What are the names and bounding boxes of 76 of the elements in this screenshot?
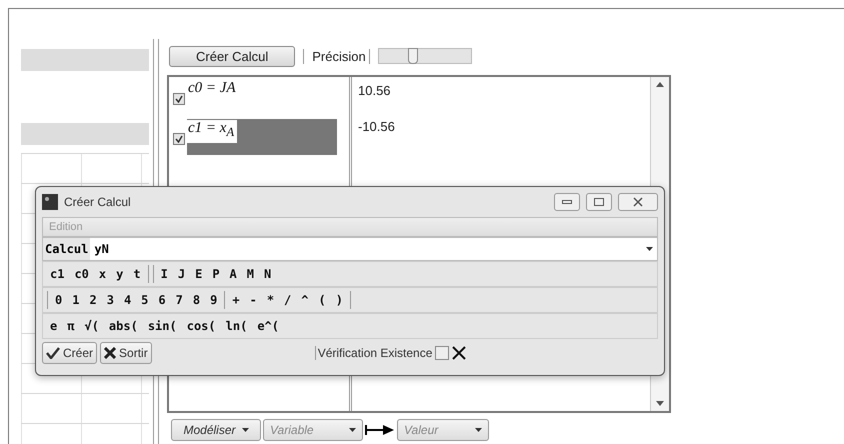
existence-check-label: Vérification Existence — [314, 346, 432, 360]
token-button[interactable]: c1 — [47, 267, 68, 281]
app-icon — [42, 194, 58, 210]
close-button[interactable] — [618, 193, 658, 211]
minimize-icon — [562, 200, 572, 204]
close-icon — [633, 197, 643, 207]
token-button[interactable]: abs( — [106, 319, 141, 333]
formula: c0 = JA — [187, 80, 237, 98]
checkbox[interactable] — [173, 93, 185, 105]
token-button[interactable]: t — [130, 267, 144, 281]
token-button[interactable]: 3 — [104, 293, 117, 307]
token-button[interactable]: E — [192, 267, 206, 281]
token-button[interactable]: 0 — [52, 293, 66, 307]
token-button[interactable]: 8 — [190, 293, 204, 307]
formula-row[interactable]: c1 = x$_{A}$ — [187, 119, 337, 155]
maps-to-arrow-icon — [365, 423, 395, 437]
token-button[interactable]: c0 — [71, 267, 92, 281]
token-button[interactable]: x — [96, 267, 110, 281]
token-button[interactable]: J — [174, 267, 188, 281]
token-button[interactable]: - — [246, 293, 260, 307]
token-button[interactable]: π — [64, 319, 78, 333]
caret-icon — [475, 428, 482, 432]
token-button[interactable]: * — [264, 293, 278, 307]
token-button[interactable]: cos( — [184, 319, 219, 333]
caret-icon — [646, 247, 653, 251]
token-button[interactable]: ln( — [222, 319, 250, 333]
cross-icon — [452, 346, 466, 360]
token-button[interactable]: √( — [81, 319, 102, 333]
token-button[interactable]: 4 — [120, 293, 134, 307]
checkmark-icon — [46, 347, 60, 359]
precision-slider[interactable] — [378, 48, 472, 64]
caret-icon — [349, 428, 356, 432]
token-button[interactable]: / — [281, 293, 294, 307]
dialog-title: Créer Calcul — [64, 195, 132, 209]
calculation-combo[interactable]: yN — [90, 242, 657, 256]
value-cell-text: 10.56 — [357, 82, 392, 100]
maximize-icon — [594, 198, 604, 206]
token-button[interactable]: 7 — [172, 293, 186, 307]
token-button[interactable]: N — [261, 267, 274, 281]
token-button[interactable]: I — [158, 267, 171, 281]
token-button[interactable]: ) — [332, 293, 346, 307]
token-button[interactable]: M — [244, 267, 258, 281]
slider-thumb[interactable] — [408, 48, 418, 64]
token-button[interactable]: e^( — [254, 319, 282, 333]
token-button[interactable]: sin( — [144, 319, 180, 333]
precision-label: Précision — [303, 48, 370, 64]
token-button[interactable]: 5 — [138, 293, 152, 307]
token-button[interactable]: P — [209, 267, 223, 281]
token-button[interactable]: A — [226, 267, 240, 281]
create-button[interactable]: Créer — [42, 342, 98, 364]
exit-button[interactable]: Sortir — [100, 342, 152, 364]
calculation-label: Calcul — [43, 238, 90, 260]
caret-icon — [242, 428, 249, 432]
existence-checkbox[interactable] — [435, 346, 450, 360]
checkbox[interactable] — [173, 133, 185, 145]
token-button[interactable]: 1 — [69, 293, 82, 307]
minimize-button[interactable] — [554, 193, 580, 211]
maximize-button[interactable] — [586, 193, 612, 211]
formula-row[interactable]: c0 = JA — [187, 79, 337, 103]
cross-icon — [104, 347, 116, 359]
token-button[interactable]: 9 — [207, 293, 220, 307]
scroll-up-icon[interactable] — [656, 81, 664, 87]
token-button[interactable]: + — [229, 293, 243, 307]
model-button[interactable]: Modéliser — [171, 419, 261, 441]
token-button[interactable]: e — [47, 319, 60, 333]
token-button[interactable]: 2 — [86, 293, 100, 307]
checkmark-icon — [175, 95, 183, 103]
value-cell-text: -10.56 — [357, 118, 396, 136]
token-button[interactable]: y — [113, 267, 126, 281]
token-button[interactable]: 6 — [155, 293, 169, 307]
create-calculation-button[interactable]: Créer Calcul — [169, 46, 296, 66]
formula: c1 = x$_{A}$ — [187, 120, 238, 143]
token-button[interactable]: ( — [316, 293, 329, 307]
scroll-down-icon[interactable] — [656, 401, 664, 407]
token-button[interactable]: ^ — [298, 293, 312, 307]
checkmark-icon — [175, 135, 183, 143]
